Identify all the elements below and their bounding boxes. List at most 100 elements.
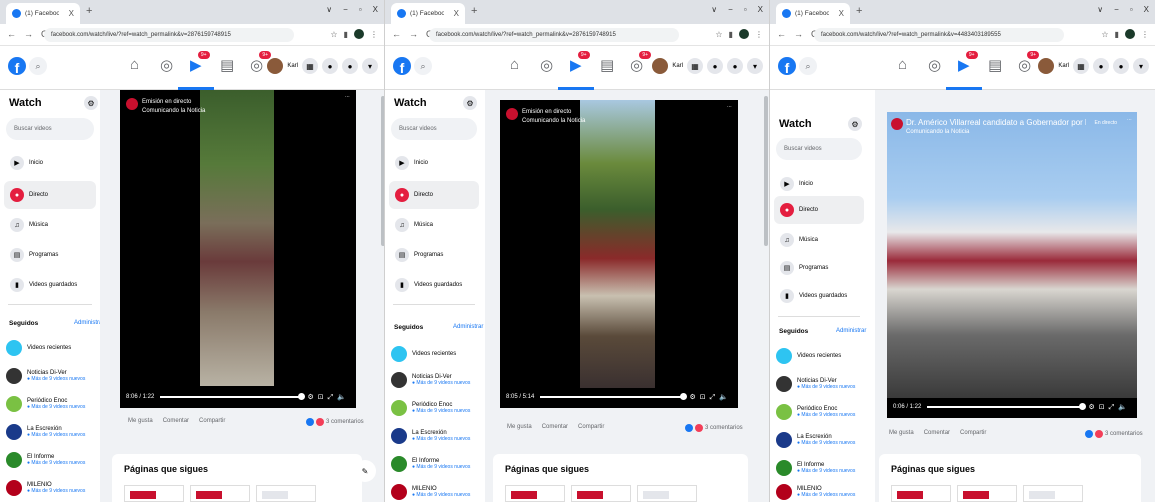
sidebar-item-musica[interactable]: ♫ Música <box>389 211 479 239</box>
messenger-icon[interactable]: ● <box>322 58 338 74</box>
followed-page[interactable]: Periódico Enoc ● Más de 9 videos nuevos <box>776 404 855 420</box>
followed-page[interactable]: La Escrexión ● Más de 9 videos nuevos <box>6 424 85 440</box>
followed-page[interactable]: Noticias Di-Ver ● Más de 9 videos nuevos <box>6 368 85 384</box>
followed-page[interactable]: Noticias Di-Ver ● Más de 9 videos nuevos <box>776 376 855 392</box>
back-button[interactable]: ← <box>777 29 786 39</box>
forward-button[interactable]: → <box>24 29 33 39</box>
live-video-player[interactable]: Dr. Américo Villarreal candidato a Gober… <box>887 112 1137 418</box>
search-videos-input[interactable]: Buscar videos <box>391 118 477 140</box>
account-chevron-icon[interactable]: ▾ <box>747 58 763 74</box>
star-icon[interactable]: ☆ <box>1101 30 1108 39</box>
sidebar-item-inicio[interactable]: ▶ Inicio <box>774 170 864 198</box>
comment-count[interactable]: 3 comentarios <box>326 419 364 425</box>
friends-icon[interactable]: ◎ <box>928 56 941 74</box>
sidebar-item-directo[interactable]: ● Directo <box>389 181 479 209</box>
followed-page[interactable]: MILENIO ● Más de 9 videos nuevos <box>6 480 85 496</box>
page-card[interactable] <box>571 485 631 502</box>
sidebar-item-programas[interactable]: ▤ Programas <box>4 241 96 269</box>
home-icon[interactable]: ⌂ <box>510 56 519 73</box>
page-card[interactable] <box>637 485 697 502</box>
page-card[interactable] <box>190 485 250 502</box>
followed-page[interactable]: Videos recientes <box>776 348 841 364</box>
followed-page[interactable]: La Escrexión ● Más de 9 videos nuevos <box>391 428 470 444</box>
star-icon[interactable]: ☆ <box>715 30 722 39</box>
star-icon[interactable]: ☆ <box>330 30 337 39</box>
video-control-icons[interactable]: ⚙⊡⤢🔈 <box>1089 403 1131 412</box>
page-card[interactable] <box>505 485 565 502</box>
page-card[interactable] <box>891 485 951 502</box>
comment-count[interactable]: 3 comentarios <box>1105 431 1143 437</box>
gaming-icon[interactable]: ◎ 9+ <box>250 51 272 74</box>
search-videos-input[interactable]: Buscar videos <box>776 138 862 160</box>
facebook-logo-icon[interactable]: f <box>393 57 411 75</box>
menu-grid-icon[interactable]: ▦ <box>302 58 318 74</box>
sidebar-item-musica[interactable]: ♫ Música <box>774 226 864 254</box>
friends-icon[interactable]: ◎ <box>160 56 173 74</box>
like-button[interactable]: Me gusta <box>128 418 153 424</box>
marketplace-icon[interactable]: ▤ <box>220 56 234 74</box>
page-scrollbar[interactable] <box>764 96 768 246</box>
sidebar-item-programas[interactable]: ▤ Programas <box>774 254 864 282</box>
back-button[interactable]: ← <box>7 29 16 39</box>
user-avatar[interactable] <box>267 58 284 74</box>
url-field[interactable]: facebook.com/watch/live/?ref=watch_perma… <box>429 28 679 42</box>
friends-icon[interactable]: ◎ <box>540 56 553 74</box>
sidebar-item-programas[interactable]: ▤ Programas <box>389 241 479 269</box>
comment-button[interactable]: Comentar <box>542 424 568 430</box>
new-tab-button[interactable]: + <box>471 5 477 17</box>
close-window-button[interactable]: X <box>373 5 378 14</box>
sidebar-item-directo[interactable]: ● Directo <box>774 196 864 224</box>
like-button[interactable]: Me gusta <box>507 424 532 430</box>
gear-icon[interactable]: ⚙ <box>848 117 862 131</box>
forward-button[interactable]: → <box>409 29 418 39</box>
tab-close-icon[interactable]: X <box>69 9 74 18</box>
notifications-icon[interactable]: ● <box>1113 58 1129 74</box>
search-icon[interactable]: ⌕ <box>414 57 432 75</box>
followed-page[interactable]: Videos recientes <box>6 340 71 356</box>
url-field[interactable]: facebook.com/watch/live/?ref=watch_perma… <box>44 28 294 42</box>
gear-icon[interactable]: ⚙ <box>463 96 477 110</box>
extension-icon[interactable]: ▮ <box>344 30 348 39</box>
marketplace-icon[interactable]: ▤ <box>600 56 614 74</box>
search-icon[interactable]: ⌕ <box>29 57 47 75</box>
close-window-button[interactable]: X <box>758 5 763 14</box>
minimize-button[interactable]: ∨ <box>1097 5 1103 14</box>
user-name[interactable]: Karl <box>287 63 298 69</box>
profile-avatar[interactable] <box>354 29 364 39</box>
comment-count[interactable]: 3 comentarios <box>705 425 743 431</box>
browser-menu-icon[interactable]: ⋮ <box>1141 30 1149 39</box>
maximize-button[interactable]: − <box>728 5 733 14</box>
home-icon[interactable]: ⌂ <box>130 56 139 73</box>
page-card[interactable] <box>1023 485 1083 502</box>
new-message-icon[interactable]: ✎ <box>354 460 376 482</box>
back-button[interactable]: ← <box>392 29 401 39</box>
user-name[interactable]: Karl <box>1058 63 1069 69</box>
user-avatar[interactable] <box>652 58 669 74</box>
sidebar-item-directo[interactable]: ● Directo <box>4 181 96 209</box>
gaming-icon[interactable]: ◎ 9+ <box>630 51 652 74</box>
followed-page[interactable]: Periódico Enoc ● Más de 9 videos nuevos <box>391 400 470 416</box>
followed-page[interactable]: El Informe ● Más de 9 videos nuevos <box>391 456 470 472</box>
home-icon[interactable]: ⌂ <box>898 56 907 73</box>
profile-avatar[interactable] <box>739 29 749 39</box>
video-control-icons[interactable]: ⚙⊡⤢🔈 <box>690 393 732 402</box>
sidebar-item-guardados[interactable]: ▮ Videos guardados <box>389 271 479 299</box>
account-chevron-icon[interactable]: ▾ <box>1133 58 1149 74</box>
extension-icon[interactable]: ▮ <box>729 30 733 39</box>
marketplace-icon[interactable]: ▤ <box>988 56 1002 74</box>
messenger-icon[interactable]: ● <box>1093 58 1109 74</box>
new-tab-button[interactable]: + <box>856 5 862 17</box>
sidebar-item-musica[interactable]: ♫ Música <box>4 211 96 239</box>
menu-grid-icon[interactable]: ▦ <box>687 58 703 74</box>
browser-tab[interactable]: (1) Facebook - Live | Facebook X <box>776 3 850 24</box>
video-progress-bar[interactable] <box>160 393 305 400</box>
followed-page[interactable]: El Informe ● Más de 9 videos nuevos <box>6 452 85 468</box>
maximize-button[interactable]: − <box>343 5 348 14</box>
browser-menu-icon[interactable]: ⋮ <box>370 30 378 39</box>
new-tab-button[interactable]: + <box>86 5 92 17</box>
close-window-button[interactable]: X <box>1144 5 1149 14</box>
comment-button[interactable]: Comentar <box>924 430 950 436</box>
followed-page[interactable]: Noticias Di-Ver ● Más de 9 videos nuevos <box>391 372 470 388</box>
facebook-logo-icon[interactable]: f <box>778 57 796 75</box>
share-button[interactable]: Compartir <box>199 418 225 424</box>
